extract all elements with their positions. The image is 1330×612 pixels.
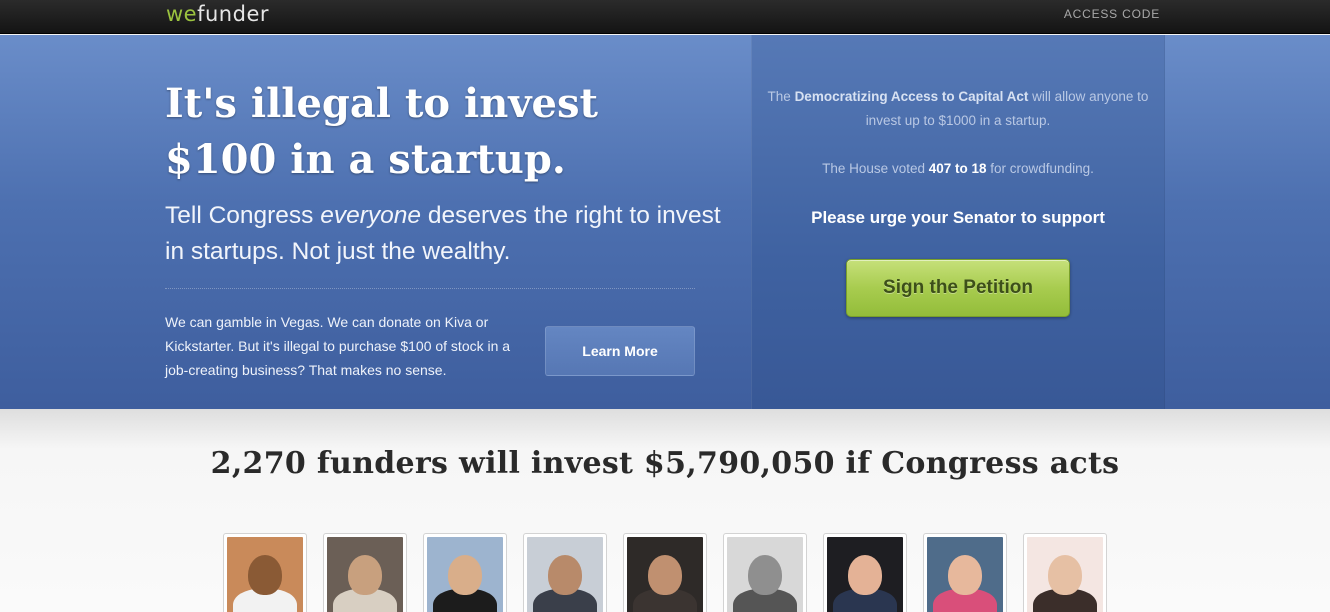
avatar-photo	[827, 537, 903, 612]
avatar-photo	[427, 537, 503, 612]
avatar-face-shape	[948, 555, 982, 595]
avatar-photo	[527, 537, 603, 612]
funder-avatar[interactable]	[723, 533, 807, 612]
avatar-face-shape	[448, 555, 482, 595]
avatar-photo	[927, 537, 1003, 612]
avatar-face-shape	[348, 555, 382, 595]
logo-we-text: we	[166, 2, 198, 26]
act-name: Democratizing Access to Capital Act	[794, 89, 1029, 104]
act-description: The Democratizing Access to Capital Act …	[751, 85, 1165, 133]
funder-avatar[interactable]	[423, 533, 507, 612]
vote-count: 407 to 18	[928, 161, 987, 176]
act-pre: The	[767, 89, 795, 104]
funder-avatar[interactable]	[623, 533, 707, 612]
avatar-face-shape	[648, 555, 682, 595]
top-nav-bar: wefunder ACCESS CODE	[0, 0, 1330, 34]
subhead-emphasis: everyone	[320, 202, 422, 229]
house-vote: The House voted 407 to 18 for crowdfundi…	[751, 157, 1165, 181]
avatar-photo	[1027, 537, 1103, 612]
funder-avatar[interactable]	[823, 533, 907, 612]
avatar-face-shape	[1048, 555, 1082, 595]
avatar-photo	[727, 537, 803, 612]
funder-avatar[interactable]	[1023, 533, 1107, 612]
funders-title: 2,270 funders will invest $5,790,050 if …	[210, 446, 1120, 481]
subhead-pre: Tell Congress	[165, 202, 321, 229]
access-code-link[interactable]: ACCESS CODE	[1064, 7, 1160, 21]
funder-avatar[interactable]	[923, 533, 1007, 612]
headline-line-2: $100 in a startup.	[165, 136, 566, 183]
avatar-photo	[227, 537, 303, 612]
funder-avatar[interactable]	[523, 533, 607, 612]
avatar-face-shape	[748, 555, 782, 595]
avatar-face-shape	[848, 555, 882, 595]
hero-subhead: Tell Congress everyone deserves the righ…	[165, 198, 725, 270]
avatar-face-shape	[548, 555, 582, 595]
hero-divider	[165, 288, 695, 289]
headline-line-1: It's illegal to invest	[165, 80, 598, 127]
vote-post: for crowdfunding.	[986, 161, 1094, 176]
sign-petition-button[interactable]: Sign the Petition	[846, 259, 1070, 317]
wefunder-logo[interactable]: wefunder	[166, 2, 269, 26]
logo-funder-text: funder	[197, 2, 270, 26]
avatar-photo	[627, 537, 703, 612]
hero-blurb: We can gamble in Vegas. We can donate on…	[165, 314, 511, 378]
avatar-face-shape	[248, 555, 282, 595]
avatar-photo	[327, 537, 403, 612]
funder-avatar[interactable]	[223, 533, 307, 612]
hero-headline: It's illegal to invest $100 in a startup…	[165, 76, 725, 188]
funder-avatar[interactable]	[323, 533, 407, 612]
vote-pre: The House voted	[822, 161, 929, 176]
urge-senator-text: Please urge your Senator to support	[811, 208, 1105, 227]
learn-more-button[interactable]: Learn More	[545, 326, 695, 376]
